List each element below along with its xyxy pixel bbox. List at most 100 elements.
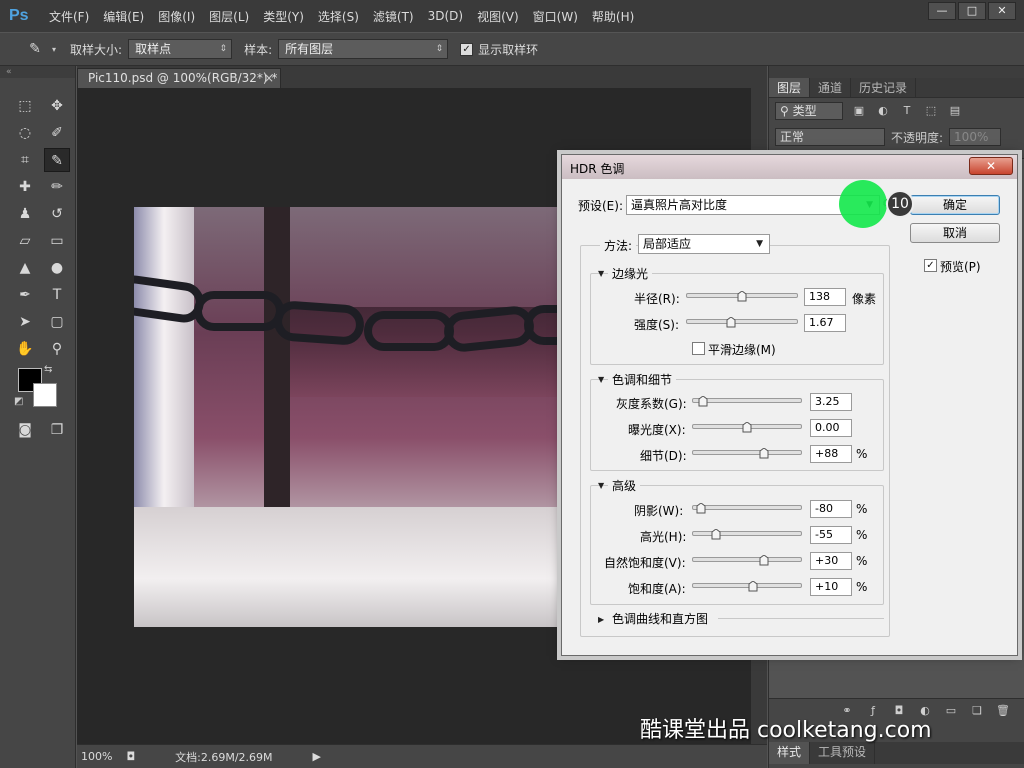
preview-checkbox[interactable]: ✓ — [924, 259, 937, 272]
move-tool-icon[interactable]: ✥ — [44, 94, 70, 118]
menu-filter[interactable]: 滤镜(T) — [373, 8, 414, 25]
eyedropper-preset-icon[interactable]: ✎ — [22, 37, 48, 61]
adjustment-filter-icon[interactable]: ◐ — [875, 103, 891, 119]
dodge-tool-icon[interactable]: ● — [44, 256, 70, 280]
healing-brush-icon[interactable]: ✚ — [12, 175, 38, 199]
hand-tool-icon[interactable]: ✋ — [12, 337, 38, 361]
saturation-input[interactable]: +10 — [810, 578, 852, 596]
menu-view[interactable]: 视图(V) — [477, 8, 519, 25]
shadow-input[interactable]: -80 — [810, 500, 852, 518]
opacity-field[interactable]: 100% — [949, 128, 1002, 146]
tab-styles[interactable]: 样式 — [769, 742, 811, 764]
blend-mode-select[interactable]: 正常 — [775, 128, 885, 146]
show-ring-checkbox[interactable]: ✓ — [460, 42, 474, 56]
collapse-triangle-icon[interactable]: ▼ — [598, 269, 604, 278]
gamma-slider-thumb[interactable] — [698, 396, 708, 407]
close-tab-icon[interactable]: × — [264, 69, 274, 87]
shadow-slider-thumb[interactable] — [696, 503, 706, 514]
history-brush-icon[interactable]: ↺ — [44, 202, 70, 226]
highlight-slider[interactable] — [692, 531, 802, 536]
detail-input[interactable]: +88 — [810, 445, 852, 463]
quick-mask-icon[interactable]: ◙ — [12, 418, 38, 442]
tab-channels[interactable]: 通道 — [810, 78, 852, 97]
exposure-input[interactable]: 0.00 — [810, 419, 852, 437]
exposure-slider-thumb[interactable] — [742, 422, 752, 433]
highlight-input[interactable]: -55 — [810, 526, 852, 544]
menu-select[interactable]: 选择(S) — [318, 8, 359, 25]
lasso-tool-icon[interactable]: ◌ — [12, 121, 38, 145]
status-menu-arrow-icon[interactable]: ▶ — [313, 750, 321, 763]
brush-tool-icon[interactable]: ✏ — [44, 175, 70, 199]
tab-layers[interactable]: 图层 — [769, 78, 811, 97]
maximize-button[interactable]: □ — [958, 2, 986, 20]
collapse-triangle-icon[interactable]: ▼ — [598, 375, 604, 384]
collapse-triangle-icon[interactable]: ▼ — [598, 481, 604, 490]
menu-window[interactable]: 窗口(W) — [533, 8, 578, 25]
gamma-slider[interactable] — [692, 398, 802, 403]
marquee-tool-icon[interactable]: ⬚ — [12, 94, 38, 118]
curve-histogram-title[interactable]: 色调曲线和直方图 — [612, 610, 708, 627]
eyedropper-tool-icon[interactable]: ✎ — [44, 147, 70, 172]
shape-tool-icon[interactable]: ▢ — [44, 310, 70, 334]
pen-tool-icon[interactable]: ✒ — [12, 283, 38, 307]
menu-layer[interactable]: 图层(L) — [209, 8, 249, 25]
vibrance-input[interactable]: +30 — [810, 552, 852, 570]
gradient-tool-icon[interactable]: ▭ — [44, 229, 70, 253]
default-colors-icon[interactable]: ◩ — [14, 396, 23, 407]
highlight-slider-thumb[interactable] — [711, 529, 721, 540]
blur-tool-icon[interactable]: ▲ — [12, 256, 38, 280]
type-filter-icon[interactable]: T — [899, 103, 915, 119]
dialog-titlebar[interactable]: HDR 色调 ✕ — [562, 155, 1017, 179]
radius-slider-thumb[interactable] — [737, 291, 747, 302]
detail-slider[interactable] — [692, 450, 802, 455]
menu-3d[interactable]: 3D(D) — [428, 9, 463, 23]
quick-select-tool-icon[interactable]: ✐ — [44, 121, 70, 145]
detail-slider-thumb[interactable] — [759, 448, 769, 459]
swap-colors-icon[interactable]: ⇆ — [44, 364, 52, 375]
strength-slider[interactable] — [686, 319, 798, 324]
vibrance-slider-thumb[interactable] — [759, 555, 769, 566]
tab-tool-presets[interactable]: 工具预设 — [810, 742, 876, 764]
close-window-button[interactable]: ✕ — [988, 2, 1016, 20]
shadow-slider[interactable] — [692, 505, 802, 510]
gamma-input[interactable]: 3.25 — [810, 393, 852, 411]
cancel-button[interactable]: 取消 — [910, 223, 1000, 243]
background-color-swatch[interactable] — [33, 383, 57, 407]
sample-select[interactable]: 所有图层 ⇕ — [278, 39, 449, 59]
menu-type[interactable]: 类型(Y) — [263, 8, 304, 25]
eraser-tool-icon[interactable]: ▱ — [12, 229, 38, 253]
tab-history[interactable]: 历史记录 — [851, 78, 917, 97]
toolbar-collapse-icon[interactable]: « — [0, 66, 75, 78]
menu-image[interactable]: 图像(I) — [158, 8, 195, 25]
screen-mode-icon[interactable]: ❐ — [44, 418, 70, 442]
radius-input[interactable]: 138 — [804, 288, 846, 306]
crop-tool-icon[interactable]: ⌗ — [12, 148, 38, 172]
minimize-button[interactable]: — — [928, 2, 956, 20]
zoom-level[interactable]: 100% — [81, 750, 112, 763]
preset-dropdown-arrow-icon[interactable]: ▾ — [52, 45, 56, 54]
menu-help[interactable]: 帮助(H) — [592, 8, 634, 25]
dialog-close-button[interactable]: ✕ — [969, 157, 1013, 175]
smart-object-filter-icon[interactable]: ▤ — [947, 103, 963, 119]
type-tool-icon[interactable]: T — [44, 283, 70, 307]
zoom-tool-icon[interactable]: ⚲ — [44, 337, 70, 361]
ok-button[interactable]: 确定 — [910, 195, 1000, 215]
trash-icon[interactable]: 🗑 — [995, 703, 1011, 719]
path-select-icon[interactable]: ➤ — [12, 310, 38, 334]
stamp-tool-icon[interactable]: ♟ — [12, 202, 38, 226]
menu-file[interactable]: 文件(F) — [49, 8, 89, 25]
vibrance-slider[interactable] — [692, 557, 802, 562]
document-tab[interactable]: Pic110.psd @ 100%(RGB/32*) * × — [77, 68, 281, 88]
menu-edit[interactable]: 编辑(E) — [103, 8, 144, 25]
image-filter-icon[interactable]: ▣ — [851, 103, 867, 119]
saturation-slider-thumb[interactable] — [748, 581, 758, 592]
expand-triangle-icon[interactable]: ▶ — [598, 615, 604, 624]
strength-input[interactable]: 1.67 — [804, 314, 846, 332]
smooth-edges-checkbox[interactable] — [692, 342, 705, 355]
group-folder-icon[interactable]: ▭ — [943, 703, 959, 719]
layer-filter-select[interactable]: ⚲ 类型 — [775, 102, 843, 120]
shape-filter-icon[interactable]: ⬚ — [923, 103, 939, 119]
sample-size-select[interactable]: 取样点 ⇕ — [128, 39, 233, 59]
new-layer-icon[interactable]: ❏ — [969, 703, 985, 719]
method-select[interactable]: 局部适应 ▼ — [638, 234, 770, 254]
